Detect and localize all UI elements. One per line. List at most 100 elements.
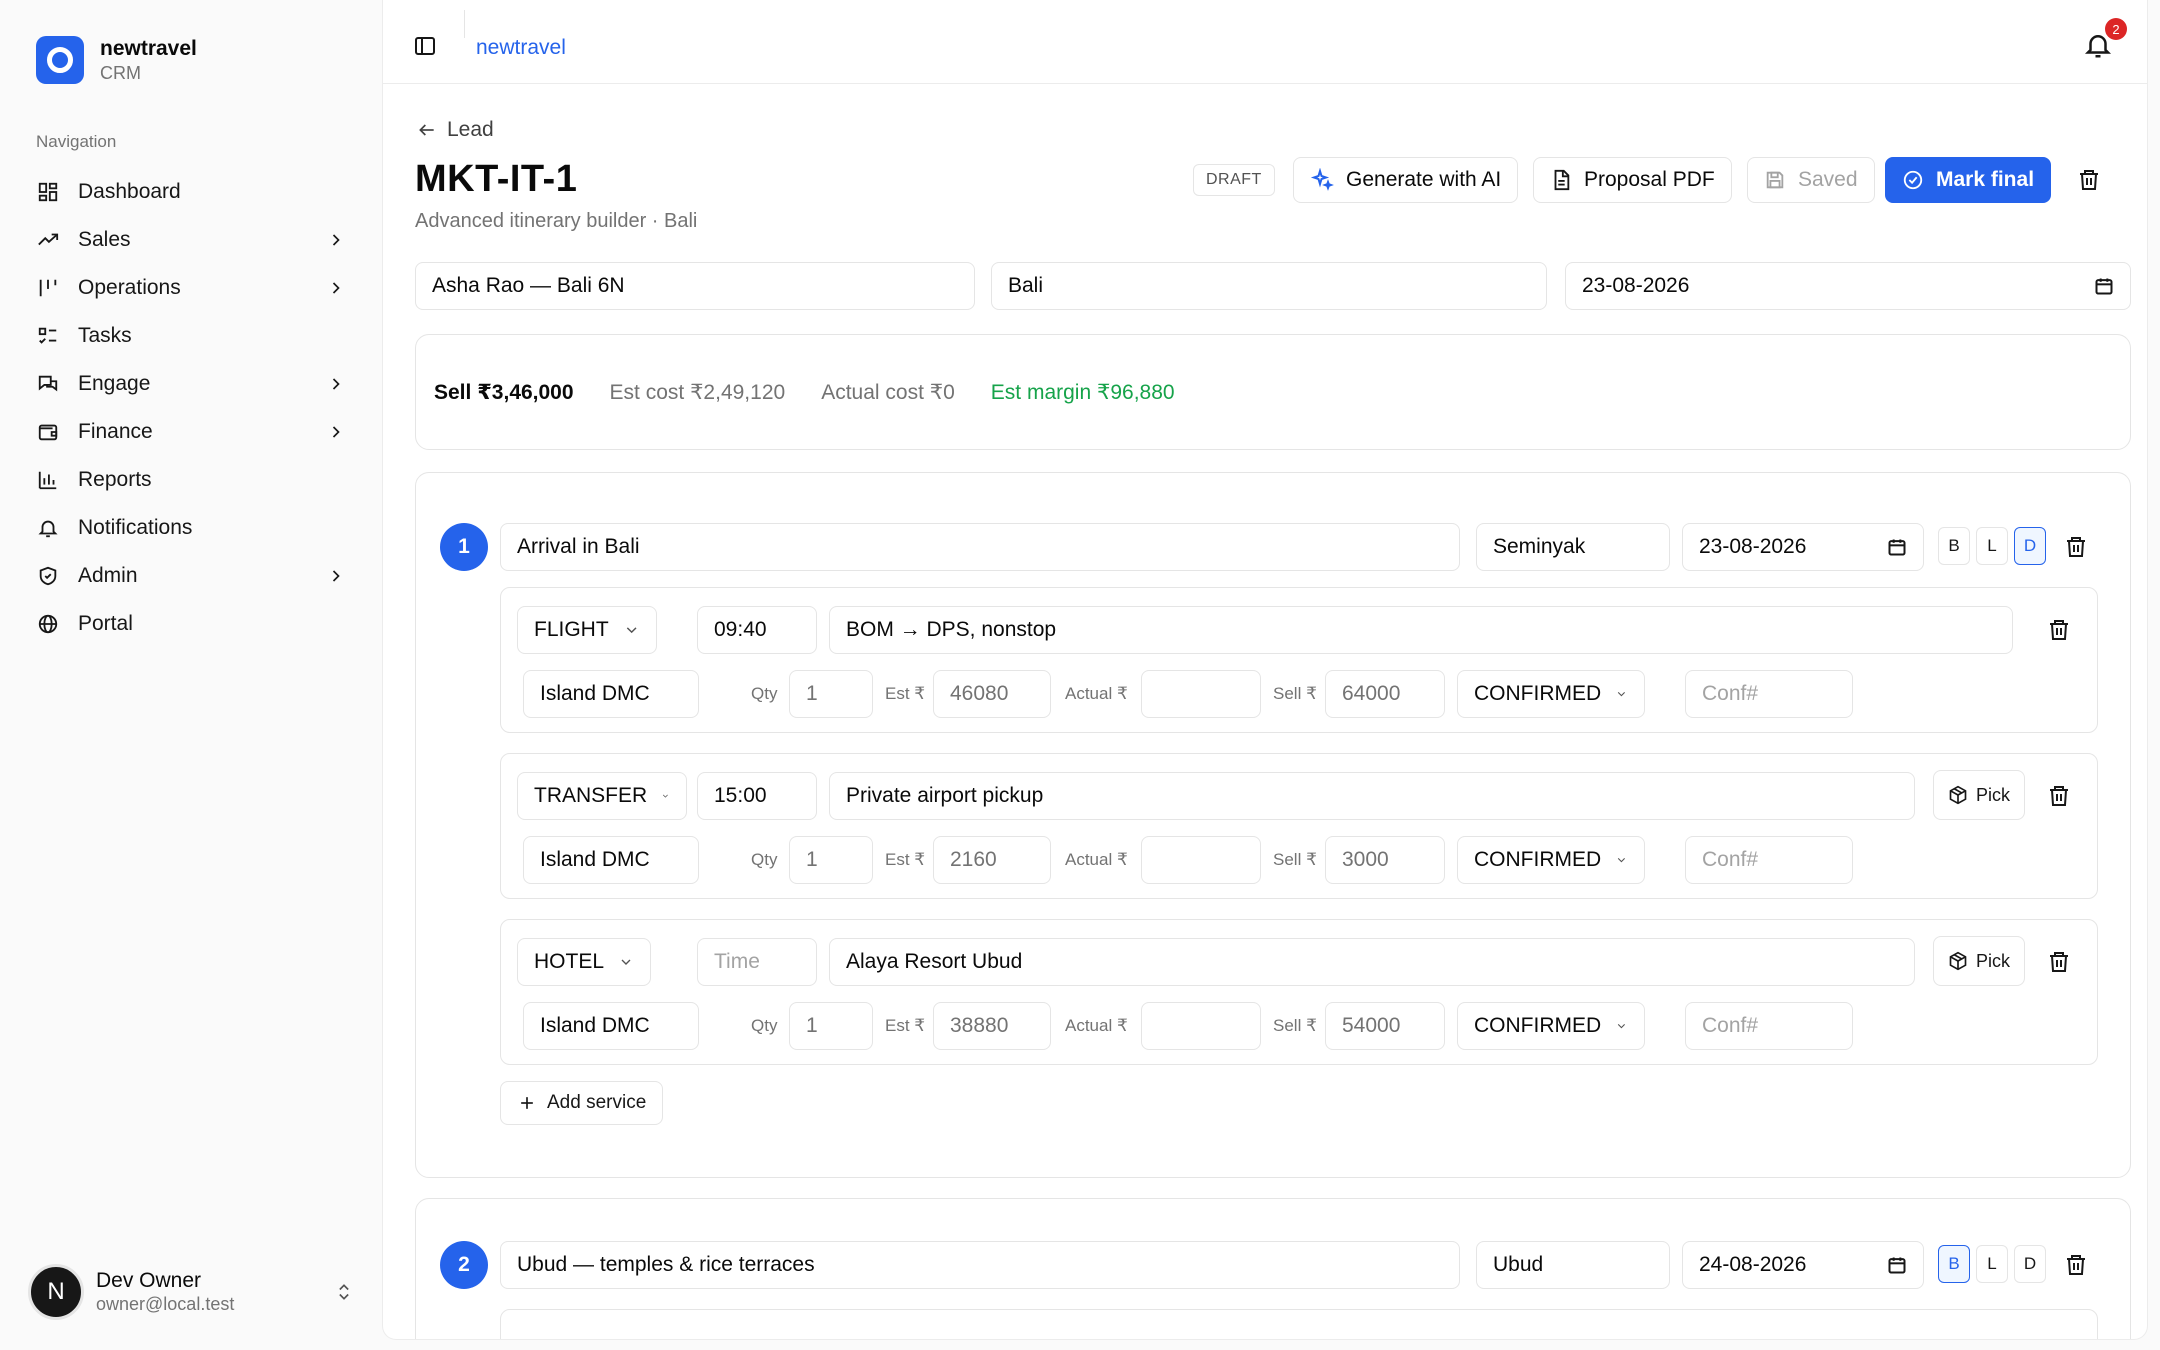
sidebar-nav: Dashboard Sales Operations Tasks Engage … [24, 168, 358, 648]
delete-day-trash-icon[interactable] [2064, 1253, 2088, 1277]
confirmation-number-input[interactable]: Conf# [1685, 670, 1853, 718]
qty-input[interactable]: 1 [789, 1002, 873, 1050]
sidebar: newtravel CRM Navigation Dashboard Sales… [0, 0, 382, 1350]
pick-button[interactable]: Pick [1933, 936, 2026, 986]
service-time-input[interactable]: 15:00 [697, 772, 817, 820]
est-label: Est ₹ [885, 1016, 926, 1035]
day-date-input[interactable]: 23-08-2026 [1682, 523, 1924, 571]
actual-cost-total: Actual cost ₹0 [821, 380, 955, 404]
day-title-input[interactable]: Ubud — temples & rice terraces [500, 1241, 1460, 1289]
day-location-input[interactable]: Ubud [1476, 1241, 1670, 1289]
start-date-input[interactable]: 23-08-2026 [1565, 262, 2131, 310]
service-description-input[interactable]: Alaya Resort Ubud [829, 938, 1915, 986]
actual-label: Actual ₹ [1065, 850, 1128, 869]
actual-cost-input[interactable] [1141, 1002, 1261, 1050]
notifications-button[interactable]: 2 [2083, 18, 2127, 60]
brand[interactable]: newtravel CRM [36, 36, 197, 84]
calendar-icon[interactable] [1887, 537, 1907, 557]
day-card: 2 Ubud — temples & rice terraces Ubud 24… [415, 1198, 2131, 1339]
service-time-input[interactable]: 09:40 [697, 606, 817, 654]
sidebar-toggle-icon[interactable] [413, 34, 437, 58]
service-status-select[interactable]: CONFIRMED [1457, 836, 1645, 884]
confirmation-number-input[interactable]: Conf# [1685, 836, 1853, 884]
actual-cost-input[interactable] [1141, 836, 1261, 884]
service-type-value: HOTEL [534, 950, 605, 973]
est-cost-input[interactable]: 38880 [933, 1002, 1051, 1050]
generate-ai-button[interactable]: Generate with AI [1293, 157, 1519, 203]
supplier-input[interactable]: Island DMC [523, 836, 699, 884]
save-icon [1766, 171, 1784, 189]
start-date-value: 23-08-2026 [1582, 274, 1690, 297]
sidebar-item-dashboard[interactable]: Dashboard [24, 168, 358, 216]
actual-cost-input[interactable] [1141, 670, 1261, 718]
brand-name: newtravel [100, 37, 197, 60]
itinerary-name-input[interactable]: Asha Rao — Bali 6N [415, 262, 975, 310]
nav-section-title: Navigation [36, 132, 117, 151]
delete-service-trash-icon[interactable] [2047, 950, 2071, 974]
proposal-pdf-button[interactable]: Proposal PDF [1533, 157, 1732, 203]
day-date-input[interactable]: 24-08-2026 [1682, 1241, 1924, 1289]
sidebar-item-notifications[interactable]: Notifications [24, 504, 358, 552]
qty-input[interactable]: 1 [789, 836, 873, 884]
service-description-input[interactable]: BOM → DPS, nonstop [829, 606, 2013, 654]
brand-subtitle: CRM [100, 63, 141, 83]
user-menu[interactable]: N Dev Owner owner@local.test [28, 1264, 354, 1320]
service-status-value: CONFIRMED [1474, 848, 1602, 871]
breadcrumb[interactable]: newtravel [476, 36, 566, 60]
est-label: Est ₹ [885, 850, 926, 869]
sidebar-item-portal[interactable]: Portal [24, 600, 358, 648]
sell-price-input[interactable]: 54000 [1325, 1002, 1445, 1050]
meal-breakfast-toggle[interactable]: B [1938, 527, 1970, 565]
mark-final-button[interactable]: Mark final [1885, 157, 2052, 203]
actual-label: Actual ₹ [1065, 684, 1128, 703]
destination-input[interactable]: Bali [991, 262, 1547, 310]
delete-itinerary-trash-icon[interactable] [2077, 168, 2101, 192]
est-cost-input[interactable]: 2160 [933, 836, 1051, 884]
service-description-input[interactable]: Private airport pickup [829, 772, 1915, 820]
add-service-button[interactable]: Add service [500, 1081, 664, 1125]
supplier-input[interactable]: Island DMC [523, 1002, 699, 1050]
meal-breakfast-toggle[interactable]: B [1938, 1245, 1970, 1283]
est-cost-input[interactable]: 46080 [933, 670, 1051, 718]
qty-label: Qty [751, 684, 778, 703]
calendar-icon[interactable] [1887, 1255, 1907, 1275]
sidebar-item-reports[interactable]: Reports [24, 456, 358, 504]
day-location-input[interactable]: Seminyak [1476, 523, 1670, 571]
sell-price-input[interactable]: 3000 [1325, 836, 1445, 884]
back-link[interactable]: Lead [417, 118, 494, 142]
meal-dinner-toggle[interactable]: D [2014, 1245, 2046, 1283]
service-status-select[interactable]: CONFIRMED [1457, 670, 1645, 718]
check-circle-icon [1903, 170, 1923, 190]
sidebar-item-admin[interactable]: Admin [24, 552, 358, 600]
sidebar-item-finance[interactable]: Finance [24, 408, 358, 456]
service-time-input[interactable]: Time [697, 938, 817, 986]
sidebar-item-tasks[interactable]: Tasks [24, 312, 358, 360]
qty-input[interactable]: 1 [789, 670, 873, 718]
chevron-down-icon [626, 627, 637, 634]
sidebar-item-label: Operations [78, 276, 181, 299]
sidebar-item-operations[interactable]: Operations [24, 264, 358, 312]
day-title-input[interactable]: Arrival in Bali [500, 523, 1460, 571]
delete-service-trash-icon[interactable] [2047, 618, 2071, 642]
service-type-select[interactable]: FLIGHT [517, 606, 657, 654]
service-type-select[interactable]: HOTEL [517, 938, 651, 986]
sidebar-item-sales[interactable]: Sales [24, 216, 358, 264]
meal-lunch-toggle[interactable]: L [1976, 1245, 2008, 1283]
shield-icon [36, 564, 60, 588]
page-subtitle: Advanced itinerary builder · Bali [415, 210, 698, 232]
user-name: Dev Owner [96, 1269, 202, 1292]
service-status-select[interactable]: CONFIRMED [1457, 1002, 1645, 1050]
delete-day-trash-icon[interactable] [2064, 535, 2088, 559]
delete-service-trash-icon[interactable] [2047, 784, 2071, 808]
supplier-input[interactable]: Island DMC [523, 670, 699, 718]
calendar-icon[interactable] [2094, 276, 2114, 296]
confirmation-number-input[interactable]: Conf# [1685, 1002, 1853, 1050]
pick-button[interactable]: Pick [1933, 770, 2026, 820]
meal-lunch-toggle[interactable]: L [1976, 527, 2008, 565]
sell-price-input[interactable]: 64000 [1325, 670, 1445, 718]
chevron-down-icon [1618, 692, 1626, 697]
sidebar-item-engage[interactable]: Engage [24, 360, 358, 408]
meal-dinner-toggle[interactable]: D [2014, 527, 2046, 565]
service-type-select[interactable]: TRANSFER [517, 772, 687, 820]
saved-button[interactable]: Saved [1747, 157, 1875, 203]
